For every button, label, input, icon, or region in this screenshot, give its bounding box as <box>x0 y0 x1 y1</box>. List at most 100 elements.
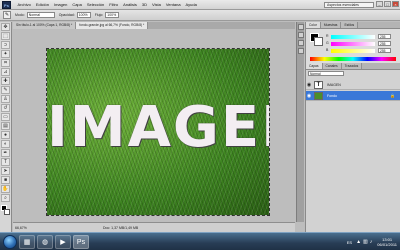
mode-label: Modo: <box>15 13 25 17</box>
green-slider[interactable] <box>331 42 375 46</box>
canvas-area[interactable]: IMAGEN <box>13 29 295 222</box>
shape-tool-icon[interactable]: ■ <box>1 176 10 184</box>
healing-tool-icon[interactable]: ✚ <box>1 77 10 85</box>
actions-panel-icon[interactable] <box>298 32 304 38</box>
color-panel-tabs: Color Muestras Estilos <box>306 22 400 29</box>
menu-imagen[interactable]: Imagen <box>51 2 69 7</box>
character-panel-icon[interactable] <box>298 40 304 46</box>
menu-analisis[interactable]: Análisis <box>121 2 140 7</box>
red-value[interactable]: 255 <box>378 34 391 39</box>
tab-trazados[interactable]: Trazados <box>341 63 363 69</box>
blue-value[interactable]: 255 <box>378 48 391 53</box>
hand-tool-icon[interactable]: ✋ <box>1 185 10 193</box>
path-selection-tool-icon[interactable]: ➤ <box>1 167 10 175</box>
menu-seleccion[interactable]: Selección <box>84 2 106 7</box>
layer-row-imagen[interactable]: ◉ T IMAGEN <box>306 80 400 90</box>
tab-capas[interactable]: Capas <box>306 63 323 69</box>
layer-name: IMAGEN <box>327 82 341 87</box>
clone-stamp-tool-icon[interactable]: ♙ <box>1 95 10 103</box>
menu-archivo[interactable]: Archivo <box>15 2 33 7</box>
green-label: G <box>326 41 329 45</box>
marquee-tool-icon[interactable]: ⬚ <box>1 32 10 40</box>
color-swatches[interactable] <box>0 205 11 217</box>
tab-sin-titulo[interactable]: Sin título-1 al 100% (Capa 1, RGB/8) * <box>13 22 77 29</box>
network-icon[interactable]: ▥ <box>363 239 368 245</box>
explorer-taskbar-icon[interactable]: ▦ <box>19 234 35 249</box>
media-player-taskbar-icon[interactable]: ▶ <box>55 234 71 249</box>
layer-thumbnail <box>314 91 323 100</box>
blur-tool-icon[interactable]: ● <box>1 131 10 139</box>
menu-ventana[interactable]: Ventana <box>163 2 183 7</box>
menu-items: Archivo Edición Imagen Capa Selección Fi… <box>15 2 199 7</box>
close-icon[interactable]: × <box>392 1 399 7</box>
blend-mode-select[interactable]: Normal <box>308 71 344 76</box>
blue-slider[interactable] <box>331 49 375 53</box>
brush-tool-icon[interactable]: ✎ <box>1 86 10 94</box>
green-value[interactable]: 255 <box>378 41 391 46</box>
photoshop-window: Ps Archivo Edición Imagen Capa Selección… <box>0 0 400 250</box>
minimize-icon[interactable]: – <box>376 1 383 7</box>
firefox-taskbar-icon[interactable]: ◍ <box>37 234 53 249</box>
color-panel-background-swatch[interactable] <box>314 37 323 46</box>
window-controls: – □ × <box>375 1 399 7</box>
menu-ayuda[interactable]: Ayuda <box>183 2 199 7</box>
dodge-tool-icon[interactable]: ◐ <box>1 140 10 148</box>
red-label: R <box>326 34 329 38</box>
tab-muestras[interactable]: Muestras <box>320 22 342 28</box>
move-tool-icon[interactable]: ✥ <box>1 23 10 31</box>
volume-icon[interactable]: ♪ <box>370 239 373 245</box>
photoshop-taskbar-icon[interactable]: Ps <box>73 234 89 249</box>
zoom-level[interactable]: 66,67% <box>13 226 33 230</box>
lasso-tool-icon[interactable]: ↄ <box>1 41 10 49</box>
menu-filtro[interactable]: Filtro <box>107 2 121 7</box>
collapsed-panels-strip <box>296 22 304 222</box>
eraser-tool-icon[interactable]: ▭ <box>1 113 10 121</box>
history-panel-icon[interactable] <box>298 24 304 30</box>
language-indicator[interactable]: ES <box>347 240 352 245</box>
red-slider[interactable] <box>331 35 375 39</box>
document-info[interactable]: Doc: 1,37 MB/1,49 MB <box>103 226 138 230</box>
document-canvas-grass-image[interactable]: IMAGEN <box>46 48 270 216</box>
clock-date: 06/01/2011 <box>377 242 397 247</box>
workspace-switcher[interactable]: Aspectos esenciales <box>324 2 374 8</box>
start-button[interactable] <box>3 234 17 249</box>
gradient-tool-icon[interactable]: ▤ <box>1 122 10 130</box>
clock[interactable]: 13:01 06/01/2011 <box>377 237 397 247</box>
text-layer-thumbnail-icon: T <box>314 80 323 89</box>
layer-controls: Normal <box>306 70 400 77</box>
visibility-eye-icon[interactable]: ◉ <box>306 93 312 99</box>
type-tool-icon[interactable]: T <box>1 158 10 166</box>
brush-tool-preset-icon[interactable]: ✎ <box>3 11 11 19</box>
pen-tool-icon[interactable]: ✒ <box>1 149 10 157</box>
opacity-field[interactable]: 100% <box>76 12 91 18</box>
tab-estilos[interactable]: Estilos <box>341 22 359 28</box>
crop-tool-icon[interactable]: ⌗ <box>1 59 10 67</box>
menu-vista[interactable]: Vista <box>150 2 164 7</box>
visibility-eye-icon[interactable]: ◉ <box>306 82 312 88</box>
menu-bar: Ps Archivo Edición Imagen Capa Selección… <box>0 0 400 10</box>
maximize-icon[interactable]: □ <box>384 1 391 7</box>
blue-label: B <box>326 48 329 52</box>
color-panel: R 255 G 255 B 255 <box>306 29 400 63</box>
flow-field[interactable]: 100% <box>105 12 120 18</box>
eyedropper-tool-icon[interactable]: ⊿ <box>1 68 10 76</box>
history-brush-tool-icon[interactable]: ↺ <box>1 104 10 112</box>
tab-fondo-grande[interactable]: fondo-grande.jpg al 66,7% (Fondo, RGB/8)… <box>76 22 149 29</box>
mode-select[interactable]: Normal <box>26 12 55 18</box>
menu-3d[interactable]: 3D <box>139 2 149 7</box>
zoom-tool-icon[interactable]: ⌕ <box>1 194 10 202</box>
menu-capa[interactable]: Capa <box>70 2 85 7</box>
photoshop-logo: Ps <box>2 0 11 9</box>
paragraph-panel-icon[interactable] <box>298 48 304 54</box>
show-hidden-icons-icon[interactable]: ▲ <box>356 239 361 245</box>
menu-edicion[interactable]: Edición <box>33 2 51 7</box>
tab-color[interactable]: Color <box>306 22 321 28</box>
layers-panel-tabs: Capas Canales Trazados <box>306 63 400 70</box>
magic-wand-tool-icon[interactable]: ✦ <box>1 50 10 58</box>
background-color-swatch[interactable] <box>4 209 10 215</box>
tab-canales[interactable]: Canales <box>322 63 342 69</box>
layer-row-fondo[interactable]: ◉ Fondo 🔒 <box>306 91 400 101</box>
color-spectrum-bar[interactable] <box>310 57 396 61</box>
tools-panel: ✥ ⬚ ↄ ✦ ⌗ ⊿ ✚ ✎ ♙ ↺ ▭ ▤ ● ◐ ✒ T ➤ ■ ✋ ⌕ <box>0 22 12 232</box>
system-tray: ES ▲ ▥ ♪ 13:01 06/01/2011 <box>347 234 397 250</box>
